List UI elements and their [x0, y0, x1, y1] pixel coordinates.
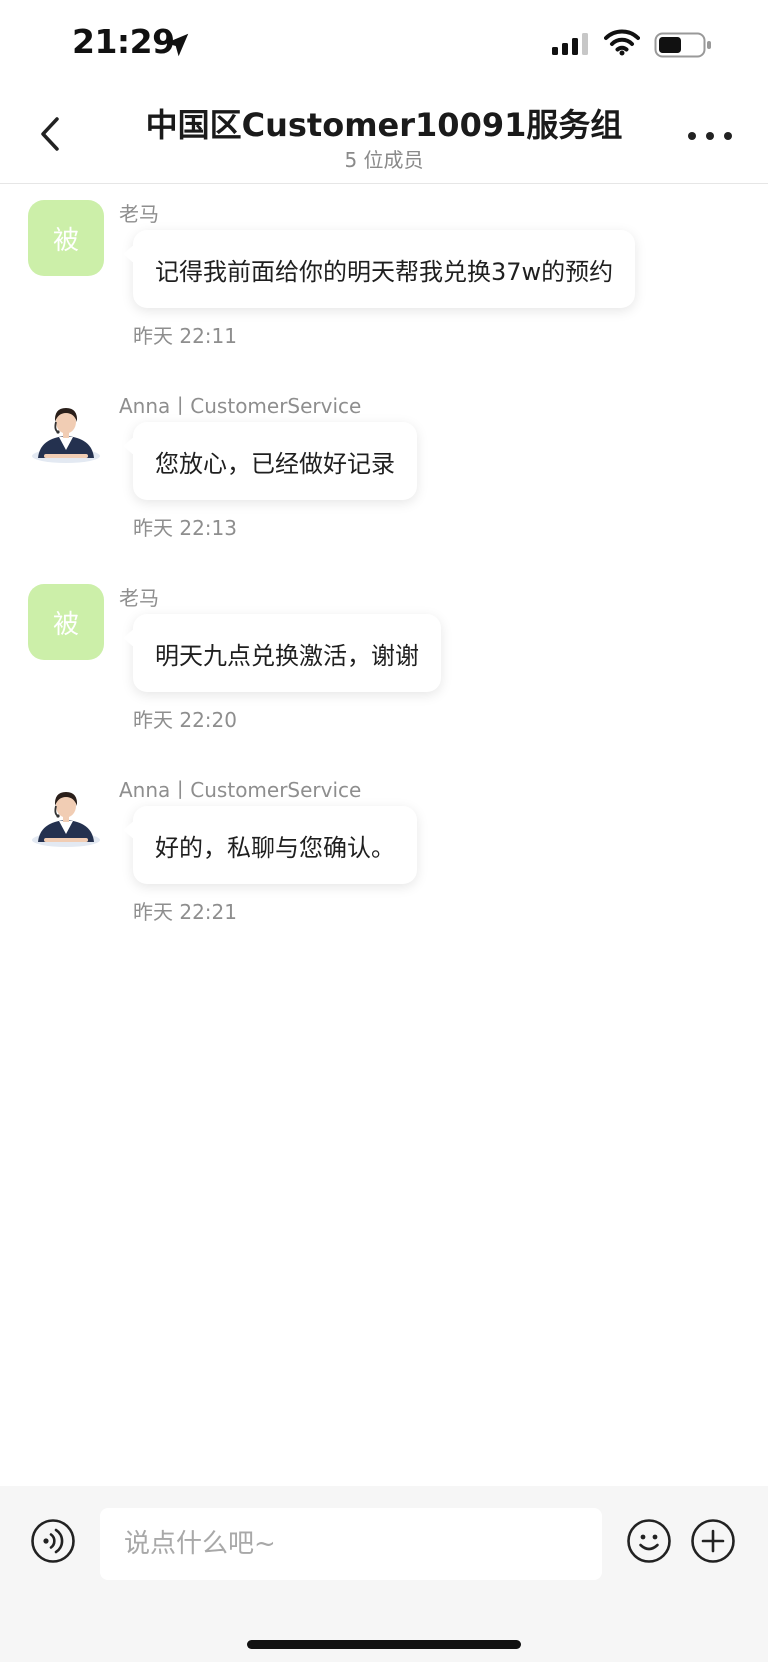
message-list[interactable]: 被 老马 记得我前面给你的明天帮我兑换37w的预约 昨天 22:11 Anna丨…	[0, 184, 768, 1484]
page-title: 中国区Customer10091服务组	[145, 106, 623, 144]
agent-portrait-icon	[32, 792, 100, 847]
avatar[interactable]	[28, 392, 104, 468]
more-dot-icon	[706, 132, 714, 140]
sender-name: 老马	[119, 586, 159, 610]
more-dot-icon	[724, 132, 732, 140]
chevron-left-icon	[41, 117, 59, 151]
more-dot-icon	[688, 132, 696, 140]
avatar[interactable]	[28, 776, 104, 852]
wifi-icon	[604, 29, 640, 56]
message-timestamp: 昨天 22:11	[133, 324, 237, 348]
chat-header: 中国区Customer10091服务组 5 位成员	[0, 90, 768, 184]
sender-name: 老马	[119, 202, 159, 226]
emoji-icon[interactable]	[626, 1518, 672, 1564]
message-input[interactable]	[100, 1508, 602, 1580]
message-timestamp: 昨天 22:21	[133, 900, 237, 924]
message-bubble[interactable]: 您放心，已经做好记录	[123, 422, 417, 500]
home-indicator[interactable]	[247, 1640, 521, 1649]
cellular-signal-icon	[552, 33, 588, 55]
sender-name: Anna丨CustomerService	[119, 394, 362, 418]
voice-input-icon[interactable]	[30, 1518, 76, 1564]
avatar[interactable]: 被	[28, 584, 104, 660]
composer-bar	[0, 1486, 768, 1662]
message-bubble[interactable]: 记得我前面给你的明天帮我兑换37w的预约	[122, 230, 636, 308]
status-time: 21:29	[72, 22, 175, 61]
member-count: 5 位成员	[344, 148, 424, 172]
battery-icon	[654, 32, 711, 58]
avatar-initial: 被	[52, 225, 79, 256]
agent-portrait-icon	[32, 408, 100, 463]
plus-icon[interactable]	[690, 1518, 736, 1564]
message-bubble[interactable]: 明天九点兑换激活，谢谢	[123, 614, 441, 692]
back-button[interactable]	[30, 114, 70, 154]
avatar-initial: 被	[52, 609, 79, 640]
more-options-button[interactable]	[688, 126, 732, 146]
message-bubble[interactable]: 好的，私聊与您确认。	[123, 806, 417, 884]
message-timestamp: 昨天 22:13	[133, 516, 237, 540]
message-timestamp: 昨天 22:20	[133, 708, 237, 732]
avatar[interactable]: 被	[28, 200, 104, 276]
sender-name: Anna丨CustomerService	[119, 778, 362, 802]
status-bar: 21:29	[0, 0, 768, 90]
location-arrow-icon	[165, 33, 189, 57]
